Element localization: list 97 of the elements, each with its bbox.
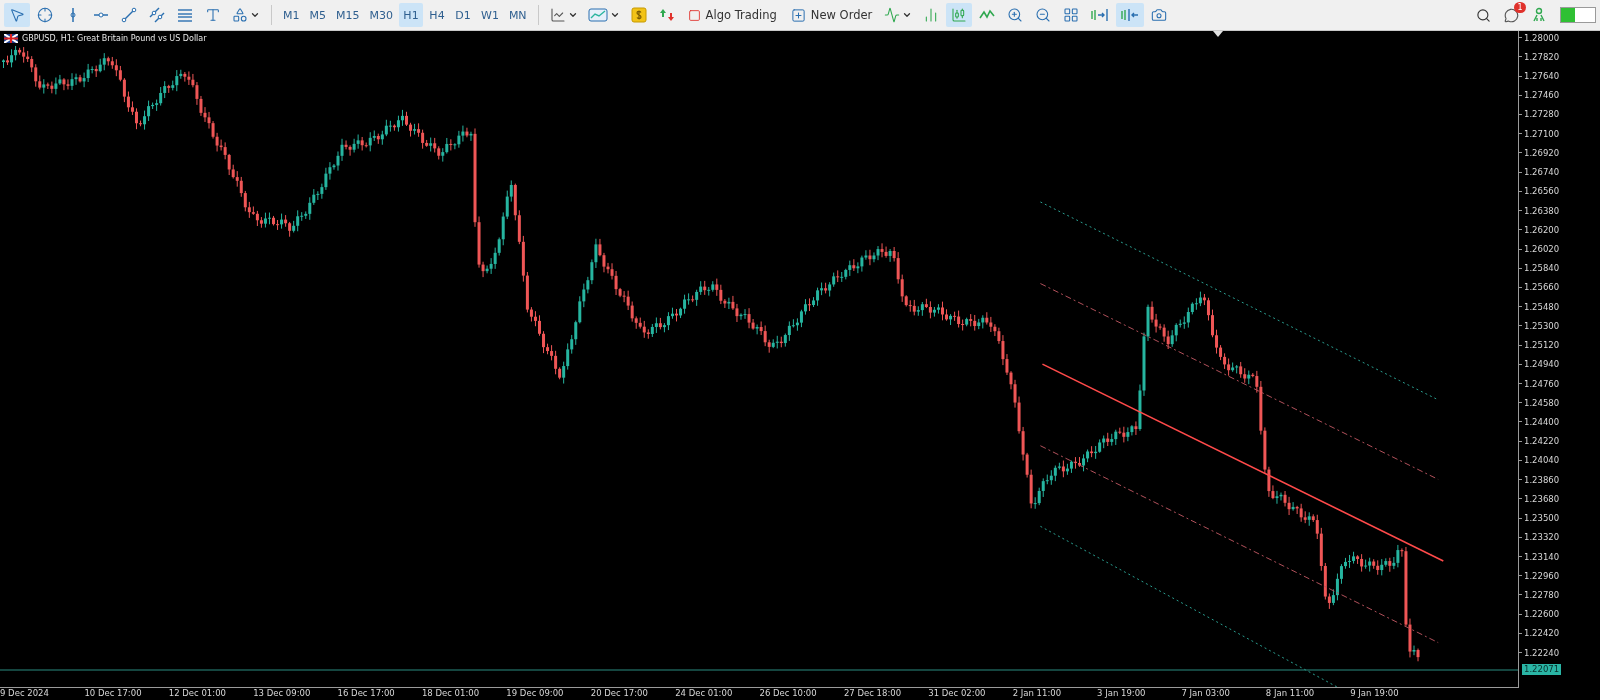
price-label: 1.26200 xyxy=(1524,224,1560,235)
indicator-icon xyxy=(884,7,901,23)
time-label: 16 Dec 17:00 xyxy=(337,688,395,699)
time-label: 27 Dec 18:00 xyxy=(843,688,902,699)
timeframe-button[interactable]: M5 xyxy=(305,3,330,27)
price-label: 1.22240 xyxy=(1524,647,1560,658)
price-label: 1.23680 xyxy=(1524,493,1560,504)
price-label: 1.28000 xyxy=(1524,32,1560,43)
time-label: 3 Jan 19:00 xyxy=(1097,688,1146,699)
signal-icon xyxy=(1531,7,1547,23)
time-label: 9 Dec 2024 xyxy=(0,688,49,699)
time-label: 13 Dec 09:00 xyxy=(253,688,311,699)
price-label: 1.24400 xyxy=(1524,417,1560,427)
timeframe-button[interactable]: MN xyxy=(504,3,531,27)
price-label: 1.26740 xyxy=(1524,167,1560,178)
trade-arrows-icon xyxy=(658,7,675,23)
price-label: 1.27820 xyxy=(1524,51,1560,62)
flag-icon xyxy=(4,34,18,43)
time-label: 31 Dec 02:00 xyxy=(928,688,986,699)
price-label: 1.23320 xyxy=(1524,532,1560,543)
time-label: 19 Dec 09:00 xyxy=(506,688,564,699)
algo-trading-button[interactable]: Algo Trading xyxy=(681,3,783,27)
shapes-icon xyxy=(232,7,248,23)
price-label: 1.24940 xyxy=(1524,359,1560,370)
zoom-out-icon xyxy=(1035,7,1052,23)
candlestick-icon xyxy=(951,7,968,23)
timeframe-button[interactable]: W1 xyxy=(477,3,503,27)
price-label: 1.24220 xyxy=(1524,436,1560,447)
cursor-button[interactable] xyxy=(4,3,30,27)
notification-badge: 1 xyxy=(1514,1,1526,13)
time-label: 2 Jan 11:00 xyxy=(1012,688,1062,699)
chart-shift-icon xyxy=(1090,7,1111,23)
autoscroll-button[interactable] xyxy=(1116,3,1145,27)
price-label: 1.24580 xyxy=(1524,397,1560,408)
price-label: 1.26920 xyxy=(1524,147,1560,158)
time-label: 20 Dec 17:00 xyxy=(590,688,648,699)
new-order-button[interactable]: New Order xyxy=(784,3,879,27)
trend-line-icon xyxy=(121,7,137,23)
autoscroll-icon xyxy=(1120,7,1141,23)
price-label: 1.22960 xyxy=(1524,570,1560,581)
price-label: 1.22780 xyxy=(1524,589,1560,600)
timeframe-button[interactable]: H4 xyxy=(425,3,449,27)
price-label: 1.22420 xyxy=(1524,628,1560,639)
time-label: 9 Jan 19:00 xyxy=(1350,688,1399,699)
dollar-icon xyxy=(630,7,647,23)
price-label: 1.27100 xyxy=(1524,128,1560,139)
candles-button[interactable] xyxy=(946,3,973,27)
price-label: 1.25120 xyxy=(1524,340,1560,351)
price-label: 1.25300 xyxy=(1524,320,1560,331)
chat-icon xyxy=(1503,7,1519,23)
time-label: 10 Dec 17:00 xyxy=(84,688,142,699)
new-order-icon xyxy=(790,7,806,23)
time-label: 26 Dec 10:00 xyxy=(759,688,817,699)
timeframe-button[interactable]: D1 xyxy=(451,3,475,27)
template-icon xyxy=(587,7,608,23)
price-label: 1.27640 xyxy=(1524,71,1560,82)
caret-icon xyxy=(609,10,620,20)
price-label: 1.23500 xyxy=(1524,513,1560,524)
price-label: 1.25480 xyxy=(1524,301,1560,312)
time-label: 7 Jan 03:00 xyxy=(1181,688,1230,699)
price-label: 1.26560 xyxy=(1524,186,1560,197)
timeframe-button[interactable]: H1 xyxy=(399,3,423,27)
price-label: 1.27280 xyxy=(1524,109,1560,120)
price-label: 1.23860 xyxy=(1524,474,1560,485)
caret-icon xyxy=(902,10,913,20)
price-label: 1.27460 xyxy=(1524,90,1560,101)
price-label: 1.24040 xyxy=(1524,455,1560,466)
line-chart-icon xyxy=(549,7,566,23)
price-label: 1.26020 xyxy=(1524,244,1560,254)
price-label: 1.25660 xyxy=(1524,282,1560,293)
price-label: 1.24760 xyxy=(1524,378,1560,389)
text-icon xyxy=(205,7,221,23)
grid-icon xyxy=(1063,7,1080,23)
time-label: 24 Dec 01:00 xyxy=(675,688,733,699)
price-label: 1.23140 xyxy=(1524,551,1560,562)
price-label: 1.22600 xyxy=(1524,609,1560,620)
time-label: 12 Dec 01:00 xyxy=(168,688,226,699)
time-label: 18 Dec 01:00 xyxy=(421,688,480,699)
price-label: 1.25840 xyxy=(1524,263,1560,274)
camera-icon xyxy=(1151,7,1168,23)
stop-icon xyxy=(687,8,701,22)
cursor-icon xyxy=(9,7,25,23)
caret-icon xyxy=(567,10,578,20)
timeframe-button[interactable]: M15 xyxy=(332,3,364,27)
chart-title: GBPUSD, H1: Great Britain Pound vs US Dollar xyxy=(22,34,207,43)
timeframe-button[interactable]: M30 xyxy=(365,3,397,27)
search-icon xyxy=(1475,7,1491,23)
caret-icon xyxy=(250,10,260,20)
time-label: 8 Jan 11:00 xyxy=(1265,688,1315,699)
connection-meter xyxy=(1560,7,1596,23)
price-label: 1.26380 xyxy=(1524,205,1560,216)
crosshair-icon xyxy=(37,7,53,23)
timeframe-button[interactable]: M1 xyxy=(279,3,304,27)
messages-button[interactable]: 1 xyxy=(1498,3,1524,27)
zoom-in-icon xyxy=(1007,7,1024,23)
current-price-label: 1.22071 xyxy=(1522,664,1562,675)
channel-icon xyxy=(149,7,165,23)
